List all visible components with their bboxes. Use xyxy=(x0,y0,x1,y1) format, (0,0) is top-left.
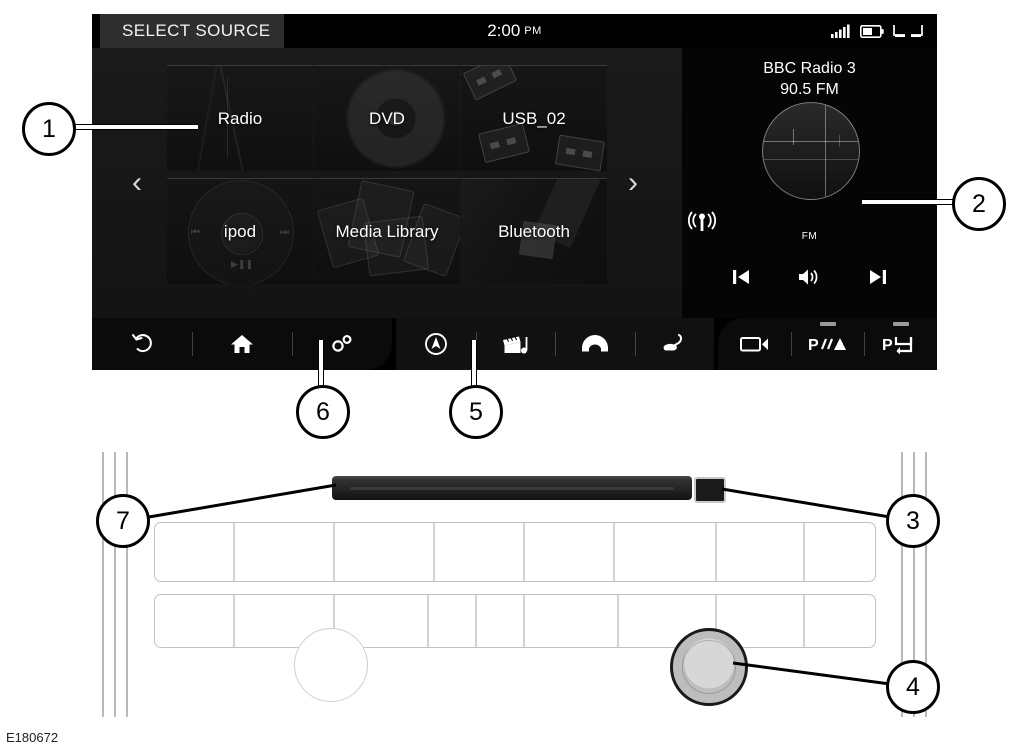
fm-antenna-icon xyxy=(682,211,937,233)
carousel-prev-chevron-icon[interactable]: ‹ xyxy=(120,160,154,206)
source-tile-bluetooth[interactable]: Bluetooth xyxy=(461,178,607,284)
center-console-hardware xyxy=(92,452,937,717)
trim-line xyxy=(114,452,116,717)
band-indicator: FM xyxy=(682,211,937,242)
source-grid-pane: ‹ › Radio DVD USB_02 ⏮ ⏭ ▶❚❚ ipod Media … xyxy=(92,48,682,318)
nav-group-center xyxy=(396,318,714,370)
callout-2: 2 xyxy=(952,177,1006,231)
clock-ampm: PM xyxy=(524,25,542,37)
station-frequency: 90.5 FM xyxy=(780,81,839,98)
source-tiles: Radio DVD USB_02 ⏮ ⏭ ▶❚❚ ipod Media Libr… xyxy=(167,65,607,299)
park-assist-tip-indicator xyxy=(892,322,909,326)
now-playing-panel: BBC Radio 3 90.5 FM FM xyxy=(682,48,937,318)
source-tile-usb[interactable]: USB_02 xyxy=(461,65,607,171)
navigation-button[interactable] xyxy=(396,318,476,370)
vent-row-lower xyxy=(154,594,876,648)
callout-leader-1 xyxy=(66,124,198,130)
select-source-tab[interactable]: SELECT SOURCE xyxy=(100,14,285,48)
volume-knob[interactable] xyxy=(670,628,748,706)
source-tile-label: USB_02 xyxy=(502,108,566,128)
callout-leader-6 xyxy=(318,340,324,390)
source-tile-label: ipod xyxy=(223,221,257,241)
source-tile-ipod[interactable]: ⏮ ⏭ ▶❚❚ ipod xyxy=(167,178,313,284)
callout-6: 6 xyxy=(296,385,350,439)
home-button[interactable] xyxy=(192,318,292,370)
seat-climate-button[interactable] xyxy=(634,318,715,370)
cd-dvd-slot[interactable] xyxy=(332,476,692,500)
source-tile-label: DVD xyxy=(369,108,405,128)
navigation-bar: P P xyxy=(92,318,937,370)
volume-icon[interactable] xyxy=(797,267,821,287)
park-assist-button[interactable]: P xyxy=(864,318,937,370)
camera-button[interactable] xyxy=(718,318,791,370)
station-info: BBC Radio 3 90.5 FM xyxy=(682,58,937,100)
callout-4: 4 xyxy=(886,660,940,714)
station-artwork xyxy=(761,102,860,200)
svg-text:P: P xyxy=(882,337,893,354)
band-label: FM xyxy=(801,231,818,242)
park-distance-button[interactable]: P xyxy=(791,318,864,370)
settings-button[interactable] xyxy=(292,318,392,370)
media-button[interactable] xyxy=(475,318,556,370)
back-button[interactable] xyxy=(92,318,192,370)
callout-5: 5 xyxy=(449,385,503,439)
callout-leader-5 xyxy=(471,340,477,390)
status-icons xyxy=(831,14,923,48)
callout-leader-2 xyxy=(862,199,956,205)
park-distance-tip-indicator xyxy=(819,322,836,326)
source-tile-label: Bluetooth xyxy=(498,221,570,241)
nav-group-left xyxy=(92,318,392,370)
figure-id: E180672 xyxy=(6,730,59,745)
tuning-knob[interactable] xyxy=(294,628,368,702)
screen-inner: SELECT SOURCE 2:00 PM ‹ › Radio DVD USB_… xyxy=(92,14,937,370)
source-tile-radio[interactable]: Radio xyxy=(167,65,313,171)
battery-icon xyxy=(860,24,884,38)
select-source-label: SELECT SOURCE xyxy=(122,21,271,40)
infotainment-screen: SELECT SOURCE 2:00 PM ‹ › Radio DVD USB_… xyxy=(92,14,937,370)
status-bar: SELECT SOURCE 2:00 PM xyxy=(92,14,937,48)
nav-group-right: P P xyxy=(718,318,937,370)
previous-track-icon[interactable] xyxy=(731,267,751,287)
rear-seat-entertainment-icon xyxy=(893,24,923,38)
callout-1: 1 xyxy=(22,102,76,156)
station-name: BBC Radio 3 xyxy=(763,60,856,77)
signal-bars-icon xyxy=(831,24,851,38)
source-tile-label: Media Library xyxy=(335,221,439,241)
phone-button[interactable] xyxy=(555,318,635,370)
callout-3: 3 xyxy=(886,494,940,548)
carousel-next-chevron-icon[interactable]: › xyxy=(616,160,650,206)
trim-line xyxy=(126,452,128,717)
callout-7: 7 xyxy=(96,494,150,548)
clock-time: 2:00 xyxy=(487,21,521,40)
source-tile-media-library[interactable]: Media Library xyxy=(314,178,460,284)
eject-button[interactable] xyxy=(694,477,726,503)
vent-row-upper xyxy=(154,522,876,582)
source-tile-dvd[interactable]: DVD xyxy=(314,65,460,171)
svg-text:P: P xyxy=(808,337,819,354)
next-track-icon[interactable] xyxy=(868,267,888,287)
source-tile-label: Radio xyxy=(217,108,263,128)
trim-line xyxy=(102,452,104,717)
main-area: ‹ › Radio DVD USB_02 ⏮ ⏭ ▶❚❚ ipod Media … xyxy=(92,48,937,318)
transport-controls xyxy=(682,260,937,294)
